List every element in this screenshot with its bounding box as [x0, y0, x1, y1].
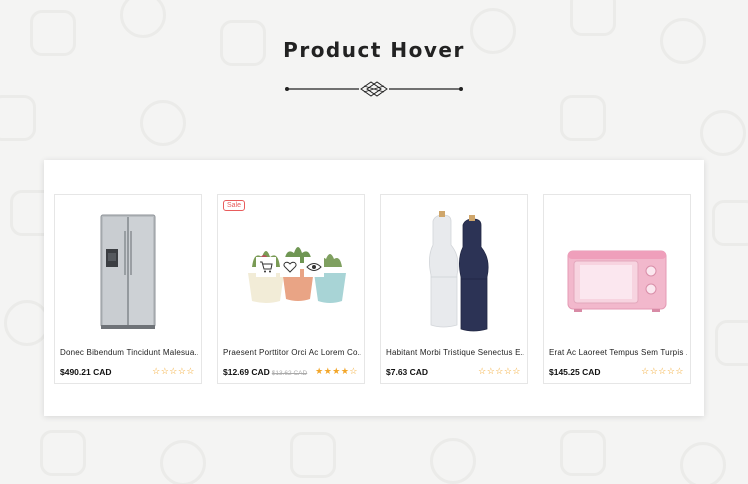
star-empty-icon: ☆: [160, 366, 170, 376]
star-filled-icon: ★: [332, 366, 341, 376]
star-rating: ★★★★☆: [315, 366, 358, 377]
product-name[interactable]: Praesent Porttitor Orci Ac Lorem Co...: [223, 348, 361, 357]
product-card[interactable]: Habitant Morbi Tristique Senectus E... $…: [380, 194, 528, 384]
star-empty-icon: ☆: [649, 366, 659, 376]
product-name[interactable]: Erat Ac Laoreet Tempus Sem Turpis ...: [549, 348, 687, 357]
product-price: $145.25 CAD: [549, 367, 601, 377]
product-price: $12.69 CAD $13.62 CAD: [223, 367, 307, 377]
product-name[interactable]: Habitant Morbi Tristique Senectus E...: [386, 348, 524, 357]
current-price: $490.21 CAD: [60, 367, 112, 377]
star-filled-icon: ★: [315, 366, 324, 376]
product-price: $7.63 CAD: [386, 367, 428, 377]
current-price: $12.69 CAD: [223, 367, 270, 377]
current-price: $145.25 CAD: [549, 367, 601, 377]
star-empty-icon: ☆: [186, 366, 195, 376]
star-filled-icon: ★: [323, 366, 333, 376]
star-empty-icon: ☆: [512, 366, 521, 376]
product-card[interactable]: Erat Ac Laoreet Tempus Sem Turpis ... $1…: [543, 194, 691, 384]
star-rating: ☆☆☆☆☆: [152, 366, 195, 377]
star-rating: ☆☆☆☆☆: [641, 366, 684, 377]
product-name[interactable]: Donec Bibendum Tincidunt Malesua...: [60, 348, 198, 357]
product-card[interactable]: Sale Praesent Porttitor Orci Ac Lorem Co…: [217, 194, 365, 384]
star-empty-icon: ☆: [486, 366, 496, 376]
star-empty-icon: ☆: [169, 366, 178, 376]
star-empty-icon: ☆: [658, 366, 667, 376]
old-price: $13.62 CAD: [271, 370, 308, 377]
cart-icon[interactable]: [256, 257, 276, 277]
product-price: $490.21 CAD: [60, 367, 112, 377]
star-empty-icon: ☆: [152, 366, 161, 376]
star-empty-icon: ☆: [495, 366, 504, 376]
star-rating: ☆☆☆☆☆: [478, 366, 521, 377]
current-price: $7.63 CAD: [386, 367, 429, 377]
star-empty-icon: ☆: [641, 366, 650, 376]
star-empty-icon: ☆: [675, 366, 684, 376]
quick-view-eye-icon[interactable]: [304, 257, 324, 277]
product-hover-panel: Donec Bibendum Tincidunt Malesua... $490…: [44, 160, 704, 416]
product-card[interactable]: Donec Bibendum Tincidunt Malesua... $490…: [54, 194, 202, 384]
star-empty-icon: ☆: [349, 366, 358, 376]
section-title: Product Hover: [283, 38, 465, 62]
sale-badge: Sale: [223, 200, 246, 211]
title-divider-ornament: [285, 81, 463, 97]
microwave-oven-image[interactable]: [554, 205, 680, 335]
wishlist-heart-icon[interactable]: [280, 257, 300, 277]
salt-pepper-grinders-image[interactable]: [391, 205, 517, 335]
refrigerator-image[interactable]: [65, 205, 191, 335]
star-empty-icon: ☆: [478, 366, 487, 376]
